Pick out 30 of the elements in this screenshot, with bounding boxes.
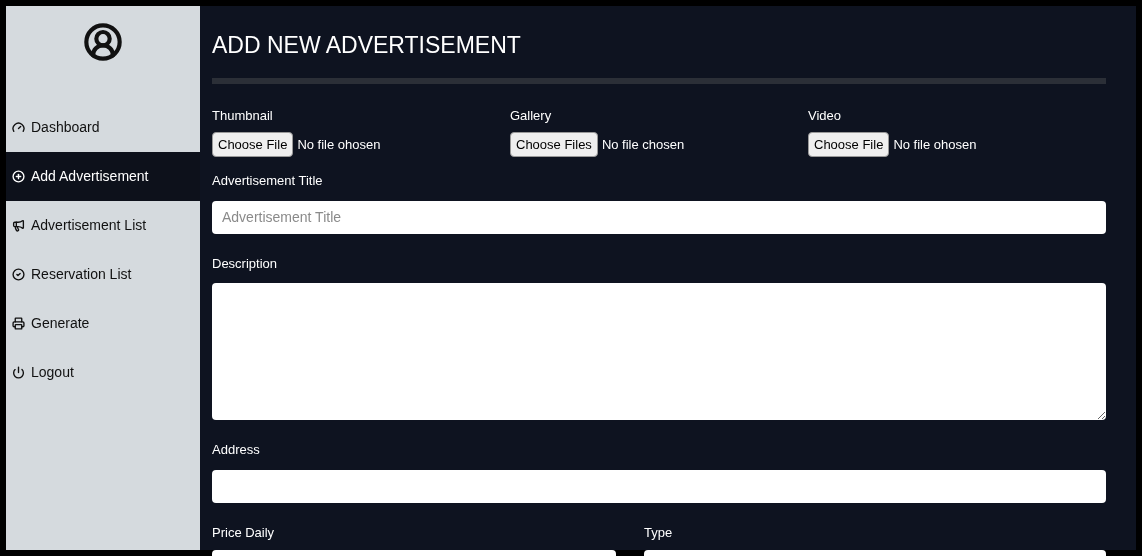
address-input[interactable] <box>212 469 1106 503</box>
field-label: Advertisement Title <box>212 172 324 190</box>
field-label: Video <box>808 107 842 125</box>
sidebar-item[interactable]: Generate <box>6 299 200 348</box>
sidebar-item[interactable]: Add Advertisement <box>6 152 200 201</box>
file-status: No file ohosen <box>297 135 381 154</box>
printer-icon <box>12 317 25 330</box>
check-circle-icon <box>12 268 25 281</box>
field-label: Price Daily <box>212 523 276 542</box>
gauge-icon <box>12 121 25 134</box>
choose-file-button[interactable]: Choose File <box>212 131 294 157</box>
field-label: Type <box>644 523 674 542</box>
choose-file-button[interactable]: Choose File <box>808 131 890 157</box>
sidebar-item[interactable]: Reservation List <box>6 250 200 299</box>
sidebar-item[interactable]: Logout <box>6 348 200 397</box>
sidebar-item[interactable]: Dashboard <box>6 103 200 152</box>
user-avatar-icon <box>83 22 123 62</box>
field-label: Gallery <box>510 107 553 125</box>
sidebar-item[interactable]: Advertisement List <box>6 201 200 250</box>
page-title: ADD NEW ADVERTISEMENT <box>212 31 522 60</box>
field-label: Description <box>212 254 279 273</box>
file-status: No file chosen <box>601 135 685 154</box>
plus-circle-icon <box>12 170 25 183</box>
file-status: No file ohosen <box>893 135 977 154</box>
field-label: Thumbnail <box>212 107 274 125</box>
power-icon <box>12 366 25 379</box>
megaphone-icon <box>12 219 25 232</box>
choose-file-button[interactable]: Choose Files <box>510 131 598 157</box>
title-input[interactable]: Advertisement Title <box>212 200 1106 234</box>
field-label: Address <box>212 441 261 459</box>
